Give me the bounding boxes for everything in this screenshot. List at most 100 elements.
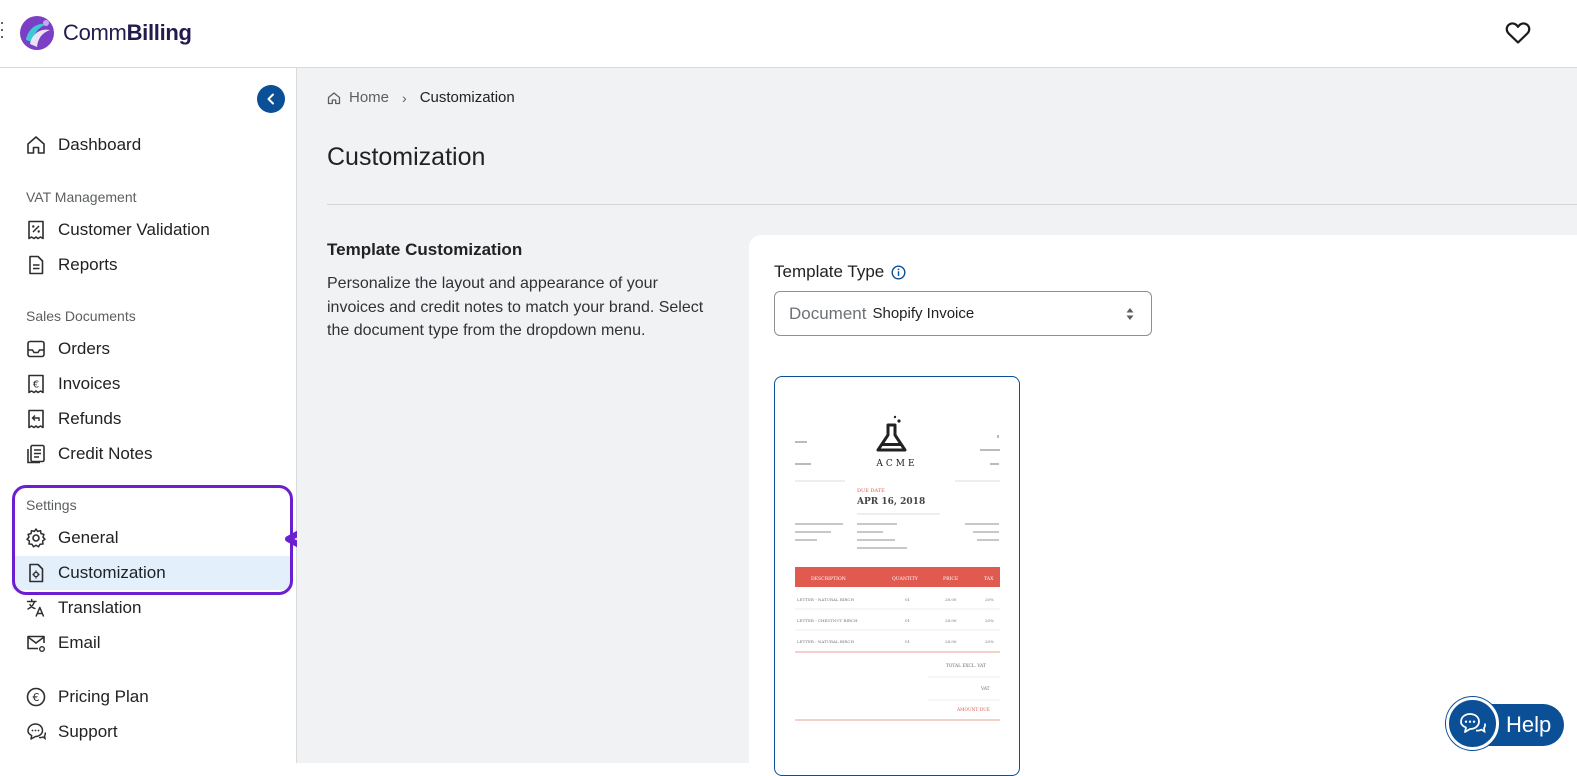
- sidebar-item-pricing-plan[interactable]: € Pricing Plan: [12, 680, 290, 714]
- document-gear-icon: [29, 563, 44, 583]
- help-widget[interactable]: Help: [1446, 697, 1565, 750]
- info-icon[interactable]: [891, 264, 906, 280]
- section-title: Template Customization: [327, 240, 523, 259]
- preview-total-label: TOTAL EXCL. VAT: [946, 664, 986, 669]
- preview-cell: LETTER - CHESTNUT BIRCH: [797, 618, 858, 623]
- top-bar: CommBilling: [0, 0, 1577, 68]
- sidebar-item-label: Email: [58, 633, 101, 652]
- section-description: Personalize the layout and appearance of…: [327, 275, 704, 339]
- sidebar-item-label: Refunds: [58, 409, 122, 428]
- sidebar-item-dashboard[interactable]: Dashboard: [12, 128, 290, 162]
- preview-cell: LETTER - NATURAL BIRCH: [797, 597, 854, 602]
- preview-date-label: DUE DATE: [857, 488, 885, 494]
- chevron-right-icon: ›: [402, 89, 407, 106]
- sidebar-section-sales: Sales Documents: [26, 308, 136, 324]
- logo-text: CommBilling: [63, 20, 192, 45]
- template-card: Template Type Document Shopify Invoice A…: [749, 235, 1577, 776]
- flask-logo-icon: [876, 415, 907, 452]
- breadcrumb: Home › Customization: [327, 89, 515, 106]
- sidebar-item-label: Invoices: [58, 374, 121, 393]
- select-value: Shopify Invoice: [872, 305, 975, 322]
- preview-cell: 01: [905, 618, 910, 623]
- chat-bubbles-icon: [1459, 712, 1486, 733]
- preview-cell: 01: [905, 597, 910, 602]
- preview-cell: 20%: [985, 639, 994, 644]
- sidebar-item-label: Pricing Plan: [58, 687, 149, 706]
- document-type-select[interactable]: Document Shopify Invoice: [774, 291, 1152, 336]
- receipt-refund-icon: [28, 409, 44, 429]
- sidebar-item-label: Customer Validation: [58, 220, 210, 239]
- preview-col: PRICE: [943, 576, 958, 582]
- preview-amount-label: AMOUNT DUE: [956, 708, 990, 713]
- preview-cell: LETTER - NATURAL BIRCH: [797, 639, 854, 644]
- preview-col: DESCRIPTION: [811, 576, 846, 582]
- sidebar-item-label: Orders: [58, 339, 110, 358]
- sidebar-item-translation[interactable]: Translation: [12, 591, 290, 625]
- more-options-icon[interactable]: [0, 22, 4, 44]
- logo-icon: [20, 16, 54, 50]
- sidebar-item-general[interactable]: General: [12, 521, 290, 555]
- template-type-label: Template Type: [774, 262, 906, 282]
- sidebar-section-vat: VAT Management: [26, 189, 137, 205]
- translate-icon: [26, 598, 45, 617]
- chat-bubbles-icon: [27, 723, 47, 741]
- preview-col: TAX: [984, 576, 994, 582]
- svg-text:€: €: [33, 380, 39, 391]
- preview-date: APR 16, 2018: [856, 497, 925, 507]
- sidebar: Dashboard VAT Management Customer Valida…: [0, 68, 297, 763]
- sidebar-section-settings: Settings: [26, 497, 77, 513]
- help-label: Help: [1506, 712, 1552, 737]
- sidebar-item-credit-notes[interactable]: Credit Notes: [12, 437, 290, 471]
- svg-text:€: €: [33, 691, 40, 704]
- preview-cell: 28.00: [945, 597, 957, 602]
- template-type-text: Template Type: [774, 262, 885, 281]
- sidebar-item-customer-validation[interactable]: Customer Validation: [12, 213, 290, 247]
- gear-icon: [26, 528, 46, 548]
- preview-cell: 01: [905, 639, 910, 644]
- select-prefix: Document: [789, 303, 867, 323]
- sidebar-item-label: Dashboard: [58, 135, 142, 154]
- template-preview-thumbnail[interactable]: ACME DUE DATE APR 16, 2018 DESCRIPTION Q…: [774, 376, 1020, 776]
- main-content: Home › Customization Customization Templ…: [297, 68, 1577, 776]
- page-title: Customization: [327, 143, 486, 171]
- sidebar-item-support[interactable]: Support: [12, 715, 290, 749]
- sidebar-item-label: Support: [58, 722, 118, 741]
- preview-brand: ACME: [875, 459, 917, 469]
- preview-col: QUANTITY: [892, 576, 919, 582]
- sidebar-item-label: Credit Notes: [58, 444, 153, 463]
- receipt-percent-icon: [28, 220, 44, 240]
- sidebar-item-label: General: [58, 528, 119, 547]
- preview-cell: 28.00: [945, 639, 957, 644]
- document-icon: [29, 255, 44, 275]
- preview-vat-label: VAT: [980, 687, 990, 692]
- preview-cell: 20%: [985, 618, 994, 623]
- breadcrumb-current: Customization: [419, 89, 515, 106]
- mail-gear-icon: [27, 635, 45, 652]
- euro-circle-icon: €: [26, 687, 46, 707]
- sidebar-item-label: Reports: [58, 255, 118, 274]
- preview-cell: 20%: [985, 597, 994, 602]
- inbox-icon: [27, 340, 45, 358]
- invoice-preview: ACME DUE DATE APR 16, 2018 DESCRIPTION Q…: [795, 415, 1000, 721]
- app-logo[interactable]: CommBilling: [18, 14, 192, 52]
- notes-stack-icon: [27, 444, 45, 464]
- sidebar-item-customization[interactable]: Customization: [12, 556, 290, 590]
- heart-icon[interactable]: [1505, 21, 1531, 45]
- home-icon[interactable]: [327, 91, 341, 105]
- collapse-sidebar-button[interactable]: [257, 85, 285, 113]
- chevron-left-icon: [267, 93, 274, 105]
- sidebar-item-orders[interactable]: Orders: [12, 332, 290, 366]
- sidebar-item-refunds[interactable]: Refunds: [12, 402, 290, 436]
- help-chat-icon[interactable]: [1446, 697, 1499, 750]
- sidebar-item-reports[interactable]: Reports: [12, 248, 290, 282]
- preview-cell: 28.00: [945, 618, 957, 623]
- breadcrumb-home-link[interactable]: Home: [349, 89, 389, 106]
- home-icon: [27, 136, 45, 154]
- receipt-euro-icon: €: [28, 374, 44, 394]
- select-arrows-icon: [1126, 308, 1134, 320]
- sidebar-item-invoices[interactable]: € Invoices: [12, 367, 290, 401]
- divider: [327, 204, 1577, 205]
- sidebar-item-email[interactable]: Email: [12, 626, 290, 660]
- sidebar-item-label: Customization: [58, 563, 166, 582]
- sidebar-item-label: Translation: [58, 598, 142, 617]
